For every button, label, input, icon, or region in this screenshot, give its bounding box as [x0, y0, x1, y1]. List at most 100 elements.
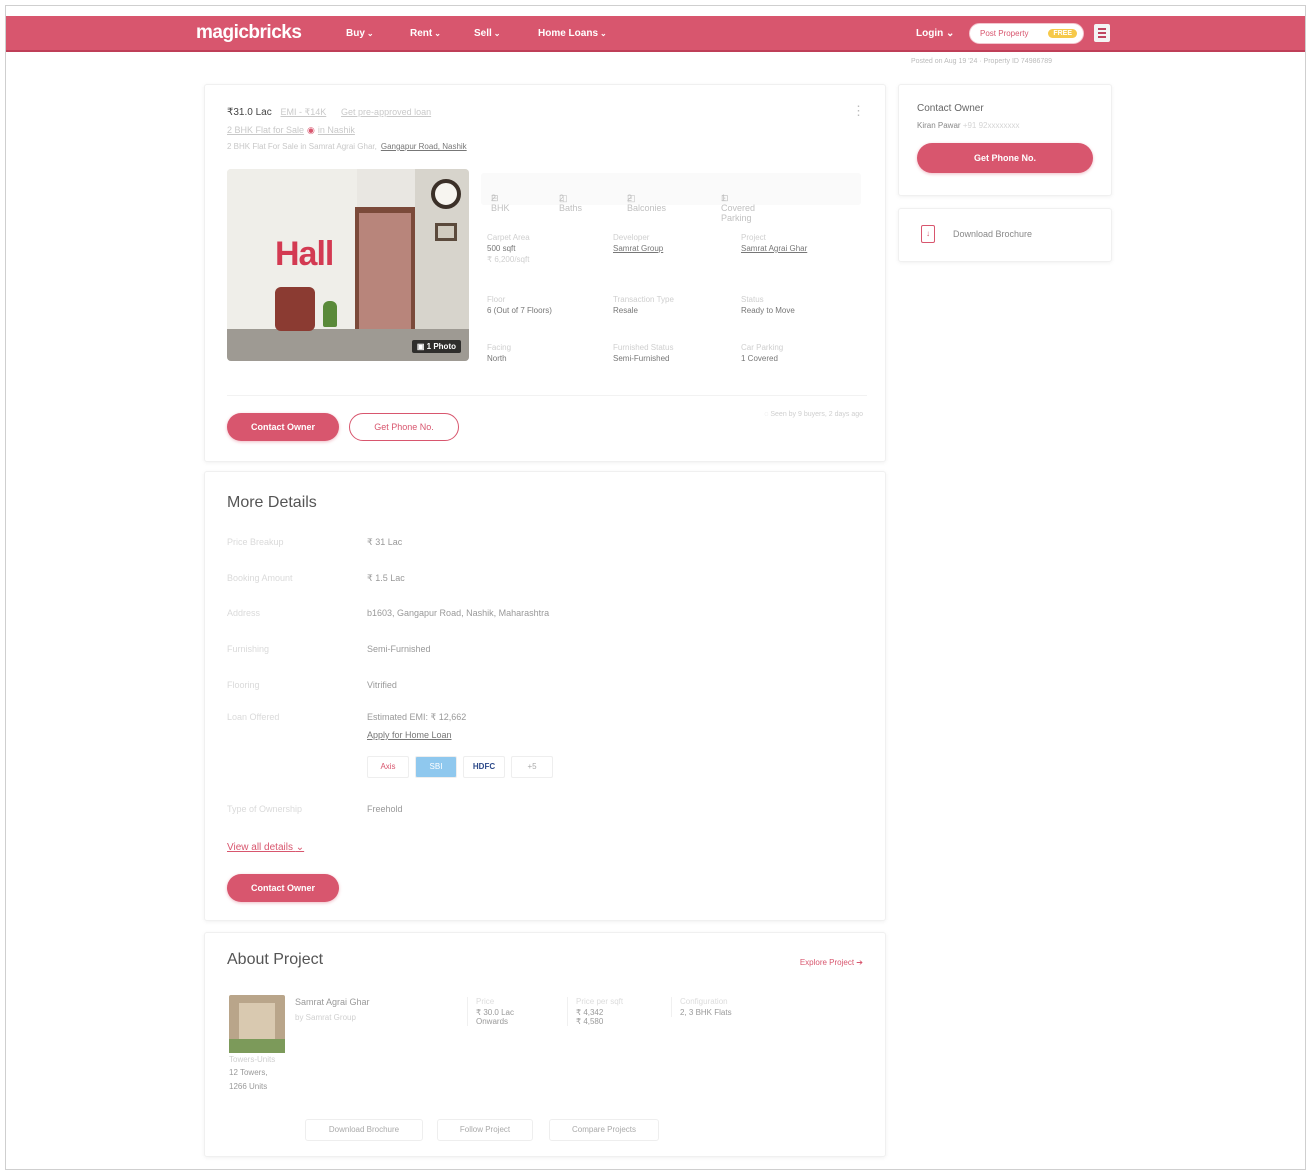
project-price-stat: Price ₹ 30.0 Lac Onwards [467, 997, 514, 1026]
photo-count-badge[interactable]: ▣ 1 Photo [411, 340, 461, 353]
contact-owner-title: Contact Owner [917, 103, 984, 114]
login-label: Login [916, 28, 944, 39]
detail-key: Booking Amount [227, 573, 293, 583]
stat-label: Configuration [680, 997, 728, 1006]
brochure-card[interactable]: ↓ Download Brochure [898, 208, 1112, 262]
apply-home-loan-link[interactable]: Apply for Home Loan [367, 730, 767, 740]
download-brochure-button[interactable]: Download Brochure [305, 1119, 423, 1141]
detail-value: Estimated EMI: ₹ 12,662 [367, 712, 467, 722]
project-sqft-stat: Price per sqft ₹ 4,342 ₹ 4,580 [567, 997, 623, 1026]
spec-transaction: Transaction Type Resale [613, 295, 674, 315]
owner-phone: +91 92xxxxxxxx [962, 121, 1020, 130]
nav-sell[interactable]: Sell ⌄ [474, 28, 501, 39]
units-value: 1266 Units [229, 1082, 268, 1091]
detail-key: Address [227, 608, 261, 618]
spec-status: Status Ready to Move [741, 295, 795, 315]
property-photo[interactable]: Hall ▣ 1 Photo [227, 169, 469, 361]
bank-logo-axis[interactable]: Axis [367, 756, 409, 778]
divider [227, 395, 867, 396]
emi-link[interactable]: EMI - ₹14K [281, 107, 327, 117]
chevron-down-icon: ⌄ [600, 29, 607, 38]
hamburger-menu-icon[interactable] [1094, 24, 1110, 42]
more-banks-button[interactable]: +5 [511, 756, 553, 778]
arrow-right-icon: ➔ [856, 958, 863, 967]
spec-project: Project Samrat Agrai Ghar [741, 233, 807, 253]
spec-value: 1 Covered [741, 354, 778, 363]
contact-owner-card: Contact Owner Kiran Pawar +91 92xxxxxxxx… [898, 84, 1112, 196]
login-button[interactable]: Login ⌄ [916, 28, 954, 39]
developer-link[interactable]: Samrat Group [613, 244, 663, 253]
spec-value: 500 sqft [487, 244, 516, 253]
spec-label: Transaction Type [613, 295, 674, 304]
project-thumbnail[interactable] [229, 995, 285, 1053]
get-phone-button[interactable]: Get Phone No. [349, 413, 459, 441]
amenity-label: 2 BHK [491, 193, 510, 213]
download-brochure-label: Download Brochure [953, 229, 1033, 239]
nav-label: Home Loans [538, 28, 599, 39]
free-badge: FREE [1048, 29, 1077, 38]
photo-caption: Hall [275, 235, 334, 273]
spec-label: Project [741, 233, 766, 242]
spec-label: Developer [613, 233, 650, 242]
detail-key: Loan Offered [227, 712, 280, 722]
amenity-label: 2 Baths [559, 193, 583, 213]
stat-label: Price per sqft [576, 997, 624, 1006]
detail-key: Furnishing [227, 644, 270, 654]
spec-carpet-area: Carpet Area 500 sqft ₹ 6,200/sqft [487, 233, 530, 264]
listing-title-city[interactable]: in Nashik [318, 125, 355, 135]
more-options-icon[interactable]: ⋮ [852, 103, 865, 119]
contact-owner-button[interactable]: Contact Owner [227, 413, 339, 441]
address-road-link[interactable]: Gangapur Road, Nashik [381, 142, 467, 151]
spec-floor: Floor 6 (Out of 7 Floors) [487, 295, 552, 315]
more-details-card: More Details Price Breakup ₹ 31 Lac Booki… [204, 471, 886, 921]
towers-value: 12 Towers, [229, 1068, 268, 1077]
amenities-strip: ⊟ 2 BHK ◫ 2 Baths ◰ 2 Balconies ⊡ 1 Cove… [481, 173, 861, 223]
stat-value: ₹ 30.0 Lac [476, 1008, 515, 1017]
detail-key: Price Breakup [227, 537, 284, 547]
detail-key: Flooring [227, 680, 260, 690]
detail-value: ₹ 31 Lac [367, 537, 403, 547]
stat-value: ₹ 4,580 [576, 1017, 604, 1026]
nav-home-loans[interactable]: Home Loans ⌄ [538, 28, 607, 39]
chevron-down-icon: ⌄ [366, 29, 374, 38]
spec-label: Car Parking [741, 343, 784, 352]
project-name[interactable]: Samrat Agrai Ghar [295, 997, 370, 1007]
nav-rent[interactable]: Rent ⌄ [410, 28, 441, 39]
chevron-down-icon: ⌄ [295, 842, 305, 853]
explore-label: Explore Project [799, 958, 855, 967]
stat-value: ₹ 4,342 [576, 1008, 604, 1017]
project-link[interactable]: Samrat Agrai Ghar [741, 244, 807, 253]
stat-sub: Onwards [476, 1017, 509, 1026]
preapproved-loan-link[interactable]: Get pre-approved loan [341, 107, 431, 117]
listing-address: 2 BHK Flat For Sale in Samrat Agrai Ghar… [227, 142, 467, 151]
magicbricks-logo[interactable]: magicbricks [196, 22, 302, 44]
photo-count: 1 Photo [426, 342, 456, 351]
view-all-details-link[interactable]: View all details ⌄ [227, 842, 304, 853]
compare-projects-button[interactable]: Compare Projects [549, 1119, 659, 1141]
amenity-label: 1 Covered Parking [721, 193, 756, 223]
contact-owner-button[interactable]: Contact Owner [227, 874, 339, 902]
camera-icon: ▣ [416, 342, 427, 351]
amenity-label: 2 Balconies [627, 193, 667, 213]
follow-project-button[interactable]: Follow Project [437, 1119, 533, 1141]
post-property-label: Post Property [980, 29, 1029, 38]
towers-label: Towers-Units [229, 1055, 276, 1064]
bank-logo-hdfc[interactable]: HDFC [463, 756, 505, 778]
nav-label: Buy [346, 28, 365, 39]
listing-title-text[interactable]: 2 BHK Flat for Sale [227, 125, 304, 135]
bank-logo-sbi[interactable]: SBI [415, 756, 457, 778]
spec-value: Semi-Furnished [613, 354, 670, 363]
spec-label: Status [741, 295, 764, 304]
post-property-button[interactable]: Post Property FREE [969, 23, 1084, 44]
spec-value: Ready to Move [741, 306, 795, 315]
spec-label: Facing [487, 343, 512, 352]
nav-buy[interactable]: Buy ⌄ [346, 28, 374, 39]
sidebar-get-phone-button[interactable]: Get Phone No. [917, 143, 1093, 173]
price: ₹31.0 Lac [227, 107, 272, 118]
explore-project-link[interactable]: Explore Project ➔ [800, 958, 863, 967]
nav-label: Sell [474, 28, 492, 39]
page-frame: magicbricks Buy ⌄ Rent ⌄ Sell ⌄ Home Loans ⌄… [5, 5, 1306, 1170]
spec-label: Carpet Area [487, 233, 530, 242]
seen-by-text: ◌ Seen by 9 buyers, 2 days ago [764, 411, 863, 418]
address-prefix: 2 BHK Flat For Sale in Samrat Agrai Ghar… [227, 142, 377, 151]
